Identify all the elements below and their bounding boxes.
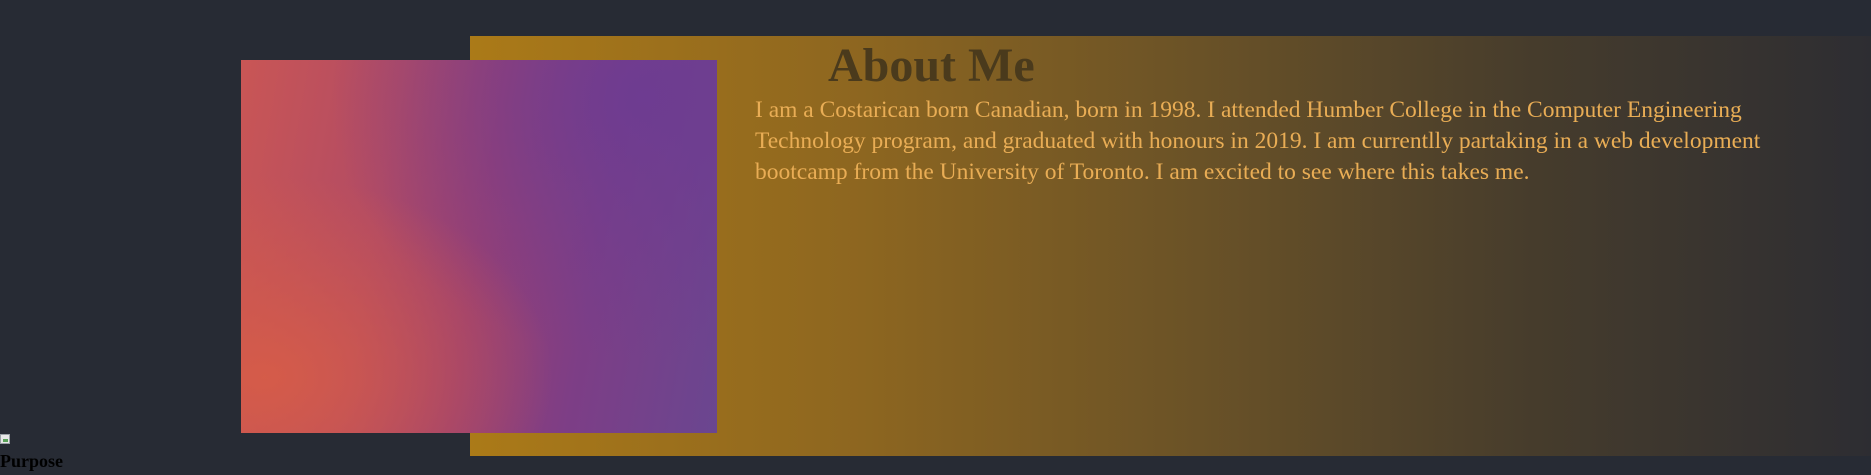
profile-photo (241, 60, 717, 433)
page: About Me I am a Costarican born Canadian… (0, 0, 1871, 475)
broken-image-icon (0, 434, 10, 444)
purpose-image-alt-text: Purpose (0, 451, 63, 471)
about-paragraph: I am a Costarican born Canadian, born in… (755, 97, 1761, 185)
about-heading: About Me (828, 39, 1035, 92)
purpose-image: Purpose (0, 434, 70, 475)
